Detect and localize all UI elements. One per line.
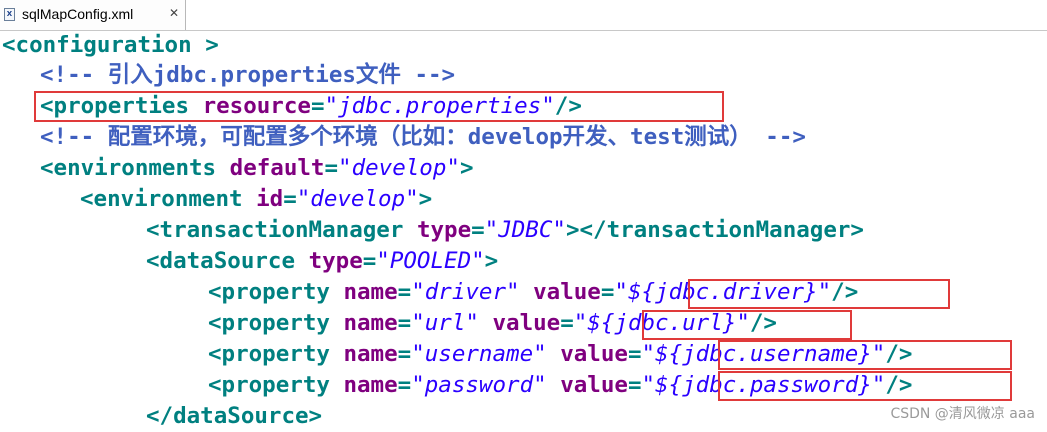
close-icon[interactable]: ✕ xyxy=(169,6,179,20)
tab-sqlmapconfig[interactable]: X sqlMapConfig.xml ✕ xyxy=(0,0,186,30)
highlight-box-password xyxy=(718,371,1012,401)
highlight-box-username xyxy=(718,340,1012,370)
code-line-2: <!-- 引入jdbc.properties文件 --> xyxy=(40,62,456,88)
code-line-8: <dataSource type="POOLED"> xyxy=(146,248,499,274)
editor-tab-bar: X sqlMapConfig.xml ✕ xyxy=(0,0,1047,31)
code-line-1: <configuration > xyxy=(2,32,219,58)
code-line-6: <environment id="develop"> xyxy=(80,186,433,212)
code-line-4: <!-- 配置环境，可配置多个环境（比如：develop开发、test测试） -… xyxy=(40,124,806,150)
code-line-7: <transactionManager type="JDBC"></transa… xyxy=(146,217,864,243)
xml-file-icon: X xyxy=(4,8,15,21)
code-editor[interactable]: <configuration > <!-- 引入jdbc.properties文… xyxy=(0,30,1047,431)
watermark: CSDN @清风微凉 aaa xyxy=(890,406,1035,422)
code-line-13: </dataSource> xyxy=(146,403,323,429)
highlight-box-url xyxy=(642,310,852,340)
highlight-box-driver xyxy=(688,279,950,309)
highlight-box-properties xyxy=(34,91,724,122)
tab-label: sqlMapConfig.xml xyxy=(22,6,134,22)
code-line-5: <environments default="develop"> xyxy=(40,155,474,181)
